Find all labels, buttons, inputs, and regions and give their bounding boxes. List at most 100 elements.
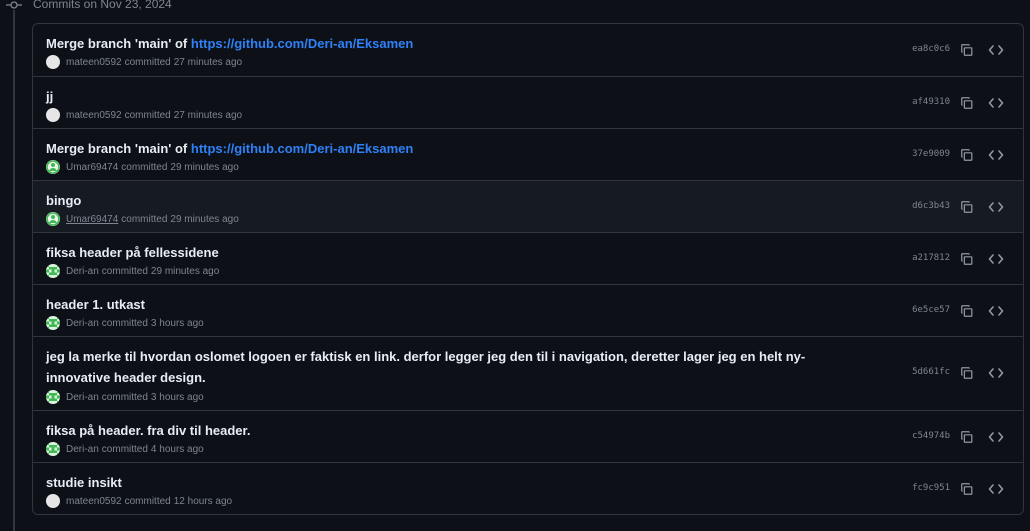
- commit-meta: Deri-an committed 3 hours ago: [46, 390, 204, 404]
- copy-icon[interactable]: [958, 480, 976, 498]
- commit-message[interactable]: studie insikt: [46, 472, 846, 493]
- avatar[interactable]: [46, 55, 60, 69]
- commit-message-text[interactable]: Merge branch 'main' of: [46, 141, 191, 156]
- commit-sha-link[interactable]: a217812: [912, 253, 950, 263]
- commit-meta: Deri-an committed 4 hours ago: [46, 442, 204, 456]
- commit-row[interactable]: fiksa header på fellessidene Deri-an commi…: [33, 232, 1023, 284]
- commit-message[interactable]: fiksa på header. fra div til header.: [46, 420, 846, 441]
- commit-meta: Deri-an committed 29 minutes ago: [46, 264, 219, 278]
- commit-time: 29 minutes ago: [170, 213, 239, 225]
- avatar[interactable]: [46, 264, 60, 278]
- commit-meta: mateen0592 committed 27 minutes ago: [46, 55, 242, 69]
- code-icon[interactable]: [987, 250, 1005, 268]
- commit-message-text[interactable]: jj: [46, 89, 53, 104]
- commit-message[interactable]: Merge branch 'main' of https://github.co…: [46, 33, 846, 54]
- commit-time: 3 hours ago: [150, 391, 204, 403]
- commit-author[interactable]: Deri-an: [66, 392, 99, 403]
- commit-sha-link[interactable]: c54974b: [912, 431, 950, 441]
- commit-message-text[interactable]: fiksa på header. fra div til header.: [46, 423, 250, 438]
- avatar[interactable]: [46, 160, 60, 174]
- copy-icon[interactable]: [958, 198, 976, 216]
- avatar[interactable]: [46, 212, 60, 226]
- commit-author[interactable]: Umar69474: [66, 214, 118, 225]
- commit-row[interactable]: jeg la merke til hvordan oslomet logoen …: [33, 336, 1023, 410]
- commit-time: 12 hours ago: [173, 495, 233, 507]
- avatar[interactable]: [46, 390, 60, 404]
- commit-sha-link[interactable]: af49310: [912, 97, 950, 107]
- commit-author[interactable]: Deri-an: [66, 266, 99, 277]
- commit-message-link[interactable]: https://github.com/Deri-an/Eksamen: [191, 141, 413, 156]
- commit-verb: committed: [101, 265, 148, 277]
- code-icon[interactable]: [987, 302, 1005, 320]
- commit-time: 29 minutes ago: [150, 265, 220, 277]
- commit-sha-link[interactable]: ea8c0c6: [912, 44, 950, 54]
- commit-message-text[interactable]: jeg la merke til hvordan oslomet logoen …: [46, 349, 805, 385]
- copy-icon[interactable]: [958, 94, 976, 112]
- avatar[interactable]: [46, 316, 60, 330]
- commit-message[interactable]: Merge branch 'main' of https://github.co…: [46, 138, 846, 159]
- commit-message[interactable]: jj: [46, 86, 846, 107]
- timeline-line: [13, 10, 15, 531]
- commit-verb: committed: [101, 443, 148, 455]
- copy-icon[interactable]: [958, 250, 976, 268]
- commit-time: 4 hours ago: [150, 443, 204, 455]
- commit-message[interactable]: jeg la merke til hvordan oslomet logoen …: [46, 346, 846, 388]
- code-icon[interactable]: [987, 198, 1005, 216]
- copy-icon[interactable]: [958, 302, 976, 320]
- commit-author[interactable]: Deri-an: [66, 444, 99, 455]
- copy-icon[interactable]: [958, 146, 976, 164]
- commit-verb: committed: [101, 391, 148, 403]
- commit-sha-link[interactable]: 5d661fc: [912, 367, 950, 377]
- commit-author[interactable]: mateen0592: [66, 110, 122, 121]
- code-icon[interactable]: [987, 480, 1005, 498]
- commit-row[interactable]: studie insikt mateen0592 committed 12 hours…: [33, 462, 1023, 514]
- commit-message-text[interactable]: studie insikt: [46, 475, 122, 490]
- commit-message-text[interactable]: header 1. utkast: [46, 297, 145, 312]
- commit-row[interactable]: header 1. utkast Deri-an committed 3 hours …: [33, 284, 1023, 336]
- commit-meta: Umar69474 committed 29 minutes ago: [46, 212, 239, 226]
- copy-icon[interactable]: [958, 41, 976, 59]
- commit-time: 29 minutes ago: [170, 161, 239, 173]
- commit-list: Merge branch 'main' of https://github.co…: [32, 23, 1024, 515]
- commit-sha-link[interactable]: 37e9009: [912, 149, 950, 159]
- commit-row[interactable]: fiksa på header. fra div til header. Deri…: [33, 410, 1023, 462]
- commit-author[interactable]: Umar69474: [66, 162, 118, 173]
- commit-verb: committed: [124, 56, 171, 68]
- commit-author[interactable]: Deri-an: [66, 318, 99, 329]
- commit-verb: committed: [121, 161, 168, 173]
- code-icon[interactable]: [987, 41, 1005, 59]
- copy-icon[interactable]: [958, 428, 976, 446]
- commit-verb: committed: [124, 109, 171, 121]
- commit-message-text[interactable]: Merge branch 'main' of: [46, 36, 191, 51]
- commit-sha-link[interactable]: fc9c951: [912, 483, 950, 493]
- commit-author[interactable]: mateen0592: [66, 57, 122, 68]
- avatar[interactable]: [46, 108, 60, 122]
- code-icon[interactable]: [987, 146, 1005, 164]
- avatar[interactable]: [46, 442, 60, 456]
- code-icon[interactable]: [987, 428, 1005, 446]
- commit-row[interactable]: Merge branch 'main' of https://github.co…: [33, 24, 1023, 76]
- commit-meta: mateen0592 committed 27 minutes ago: [46, 108, 242, 122]
- commit-author[interactable]: mateen0592: [66, 496, 122, 507]
- commit-row[interactable]: jj mateen0592 committed 27 minutes ago af493…: [33, 76, 1023, 128]
- commit-row[interactable]: bingo Umar69474 committed 29 minutes ago d6c…: [33, 180, 1023, 232]
- avatar[interactable]: [46, 494, 60, 508]
- commit-message[interactable]: bingo: [46, 190, 846, 211]
- git-commit-icon: [6, 1, 22, 9]
- commit-verb: committed: [121, 213, 168, 225]
- commit-sha-link[interactable]: d6c3b43: [912, 201, 950, 211]
- commit-message[interactable]: fiksa header på fellessidene: [46, 242, 846, 263]
- commit-time: 27 minutes ago: [173, 56, 243, 68]
- commit-group-title: Commits on Nov 23, 2024: [33, 0, 172, 11]
- commit-message[interactable]: header 1. utkast: [46, 294, 846, 315]
- code-icon[interactable]: [987, 94, 1005, 112]
- commit-sha-link[interactable]: 6e5ce57: [912, 305, 950, 315]
- copy-icon[interactable]: [958, 364, 976, 382]
- code-icon[interactable]: [987, 364, 1005, 382]
- commit-message-text[interactable]: fiksa header på fellessidene: [46, 245, 219, 260]
- commit-message-text[interactable]: bingo: [46, 193, 81, 208]
- commit-message-link[interactable]: https://github.com/Deri-an/Eksamen: [191, 36, 413, 51]
- commit-row[interactable]: Merge branch 'main' of https://github.co…: [33, 128, 1023, 180]
- commit-meta: mateen0592 committed 12 hours ago: [46, 494, 232, 508]
- commit-time: 27 minutes ago: [173, 109, 243, 121]
